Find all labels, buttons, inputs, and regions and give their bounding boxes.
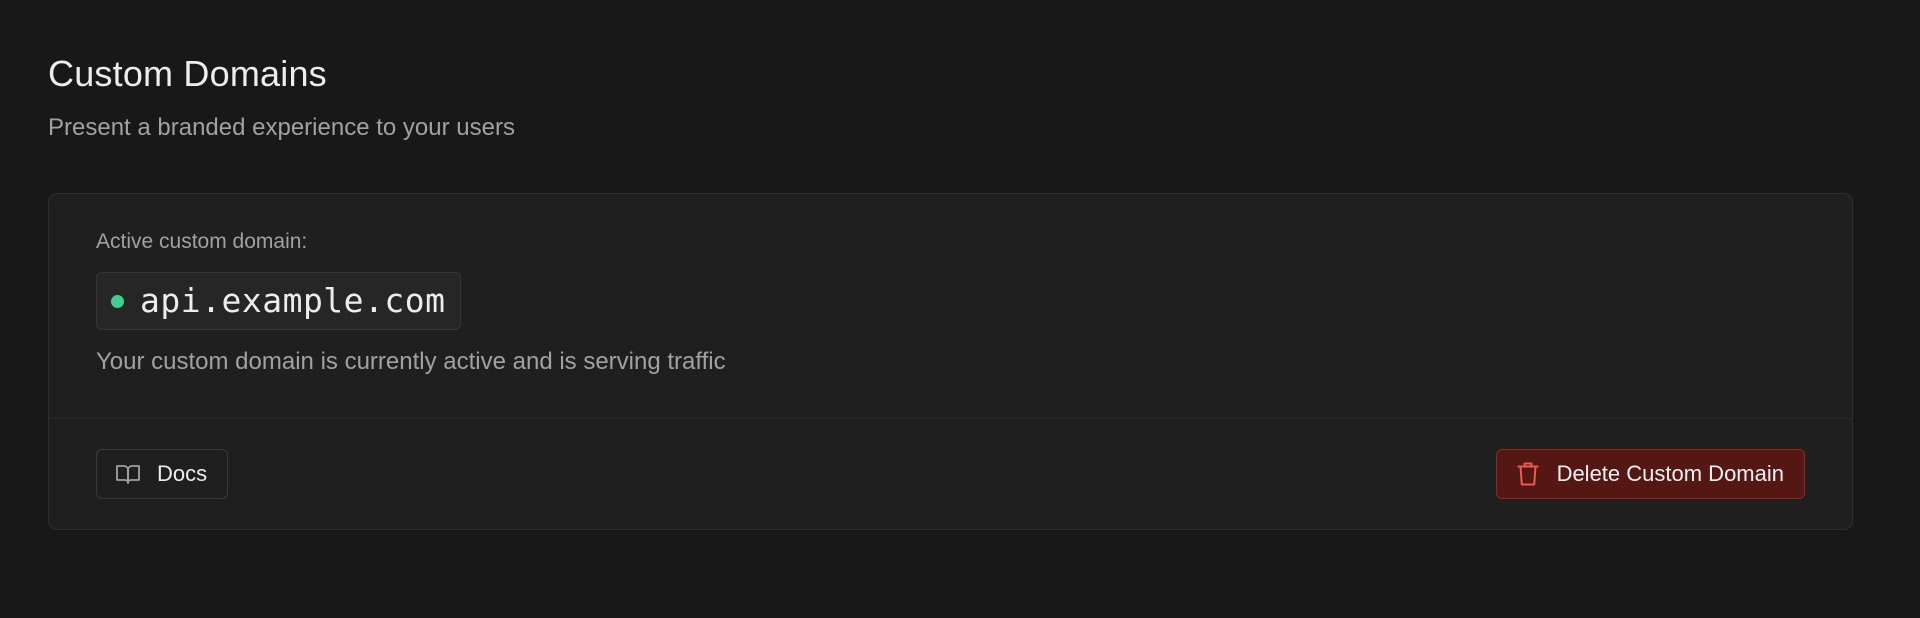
custom-domains-page: Custom Domains Present a branded experie… [0,0,1920,618]
status-message: Your custom domain is currently active a… [96,348,726,375]
docs-button[interactable]: Docs [96,449,229,499]
domain-value: api.example.com [140,281,446,320]
delete-custom-domain-button[interactable]: Delete Custom Domain [1495,449,1805,499]
status-dot-icon [111,294,124,308]
book-open-icon [115,462,141,486]
delete-button-label: Delete Custom Domain [1556,461,1784,486]
custom-domain-card: Active custom domain: api.example.com Yo… [48,193,1853,530]
card-body: Active custom domain: api.example.com Yo… [49,194,1852,418]
page-subtitle: Present a branded experience to your use… [48,114,515,141]
page-title: Custom Domains [48,53,327,94]
trash-icon [1517,461,1539,487]
docs-button-label: Docs [157,461,208,486]
card-footer: Docs Delete Custom Domain [49,419,1852,529]
active-domain-chip: api.example.com [96,272,461,330]
active-domain-label: Active custom domain: [96,230,308,253]
